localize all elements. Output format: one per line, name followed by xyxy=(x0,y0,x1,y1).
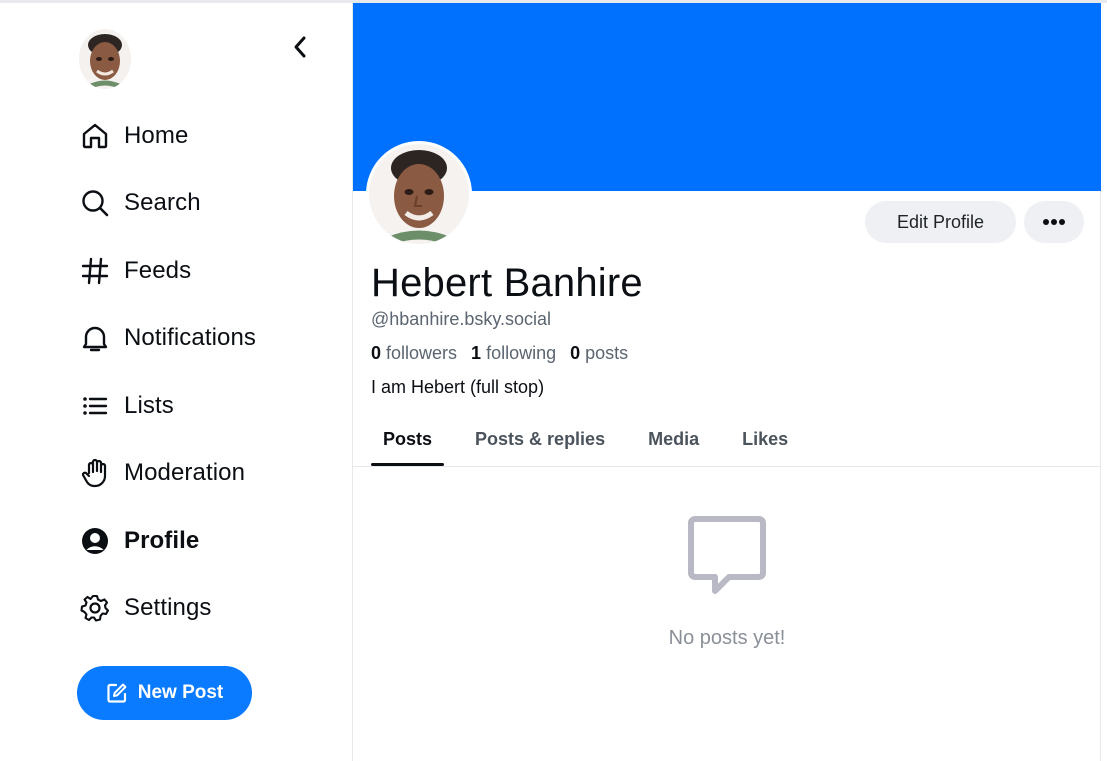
message-bubble-icon xyxy=(685,515,769,599)
profile-bio: I am Hebert (full stop) xyxy=(371,377,545,397)
following-count: 1 xyxy=(471,343,482,363)
sidebar-item-moderation[interactable]: Moderation xyxy=(78,440,256,508)
posts-count: 0 xyxy=(570,343,581,363)
sidebar-item-home[interactable]: Home xyxy=(78,102,256,170)
sidebar-item-label: Feeds xyxy=(124,256,192,284)
edit-icon xyxy=(106,682,128,704)
sidebar-item-settings[interactable]: Settings xyxy=(78,575,256,643)
profile-handle: @hbanhire.bsky.social xyxy=(371,309,552,329)
user-circle-icon xyxy=(78,524,112,558)
tabs-divider xyxy=(353,466,1101,467)
profile-banner[interactable] xyxy=(353,3,1101,191)
posts-stat: 0 posts xyxy=(570,343,628,364)
search-icon xyxy=(78,186,112,220)
more-horizontal-icon xyxy=(1042,218,1066,226)
sidebar-item-feeds[interactable]: Feeds xyxy=(78,237,256,305)
tab-posts-and-replies[interactable]: Posts & replies xyxy=(463,413,617,466)
edit-profile-label: Edit Profile xyxy=(896,211,985,232)
app: Home Search Feeds Notifications Lists Mo… xyxy=(0,0,1107,761)
sidebar-item-label: Search xyxy=(124,189,201,217)
sidebar-nav: Home Search Feeds Notifications Lists Mo… xyxy=(78,102,256,642)
home-icon xyxy=(78,119,112,153)
gear-icon xyxy=(78,591,112,625)
sidebar-item-search[interactable]: Search xyxy=(78,170,256,238)
more-options-button[interactable] xyxy=(1024,201,1084,243)
hash-icon xyxy=(78,254,112,288)
sidebar-item-label: Moderation xyxy=(124,459,246,487)
followers-count: 0 xyxy=(371,343,382,363)
profile-stats: 0 followers 1 following 0 posts xyxy=(371,343,628,364)
new-post-label: New Post xyxy=(137,682,224,703)
empty-feed-message: No posts yet! xyxy=(668,627,786,649)
profile-tabs: Posts Posts & replies Media Likes xyxy=(371,413,819,466)
new-post-button[interactable]: New Post xyxy=(77,666,252,720)
following-label: following xyxy=(486,343,557,363)
followers-stat[interactable]: 0 followers xyxy=(371,343,457,364)
profile-avatar[interactable] xyxy=(366,141,472,247)
sidebar-item-label: Lists xyxy=(124,391,174,419)
sidebar-item-label: Settings xyxy=(124,594,212,622)
tab-media[interactable]: Media xyxy=(636,413,711,466)
avatar[interactable] xyxy=(79,29,131,89)
sidebar-item-label: Profile xyxy=(124,526,200,554)
followers-label: followers xyxy=(386,343,458,363)
sidebar-item-label: Home xyxy=(124,121,189,149)
sidebar-item-notifications[interactable]: Notifications xyxy=(78,305,256,373)
profile-main: Edit Profile Hebert Banhire @hbanhire.bs… xyxy=(353,3,1101,761)
collapse-sidebar-button[interactable] xyxy=(286,31,314,63)
sidebar-item-profile[interactable]: Profile xyxy=(78,507,256,575)
list-icon xyxy=(78,389,112,423)
sidebar-item-label: Notifications xyxy=(124,324,257,352)
bell-icon xyxy=(78,321,112,355)
tab-posts[interactable]: Posts xyxy=(371,413,445,466)
hand-icon xyxy=(78,456,112,490)
profile-display-name: Hebert Banhire xyxy=(371,261,643,305)
following-stat[interactable]: 1 following xyxy=(471,343,556,364)
chevron-left-icon xyxy=(292,35,308,59)
edit-profile-button[interactable]: Edit Profile xyxy=(865,201,1016,243)
sidebar: Home Search Feeds Notifications Lists Mo… xyxy=(0,3,353,761)
tab-likes[interactable]: Likes xyxy=(730,413,800,466)
sidebar-item-lists[interactable]: Lists xyxy=(78,372,256,440)
posts-label: posts xyxy=(585,343,629,363)
